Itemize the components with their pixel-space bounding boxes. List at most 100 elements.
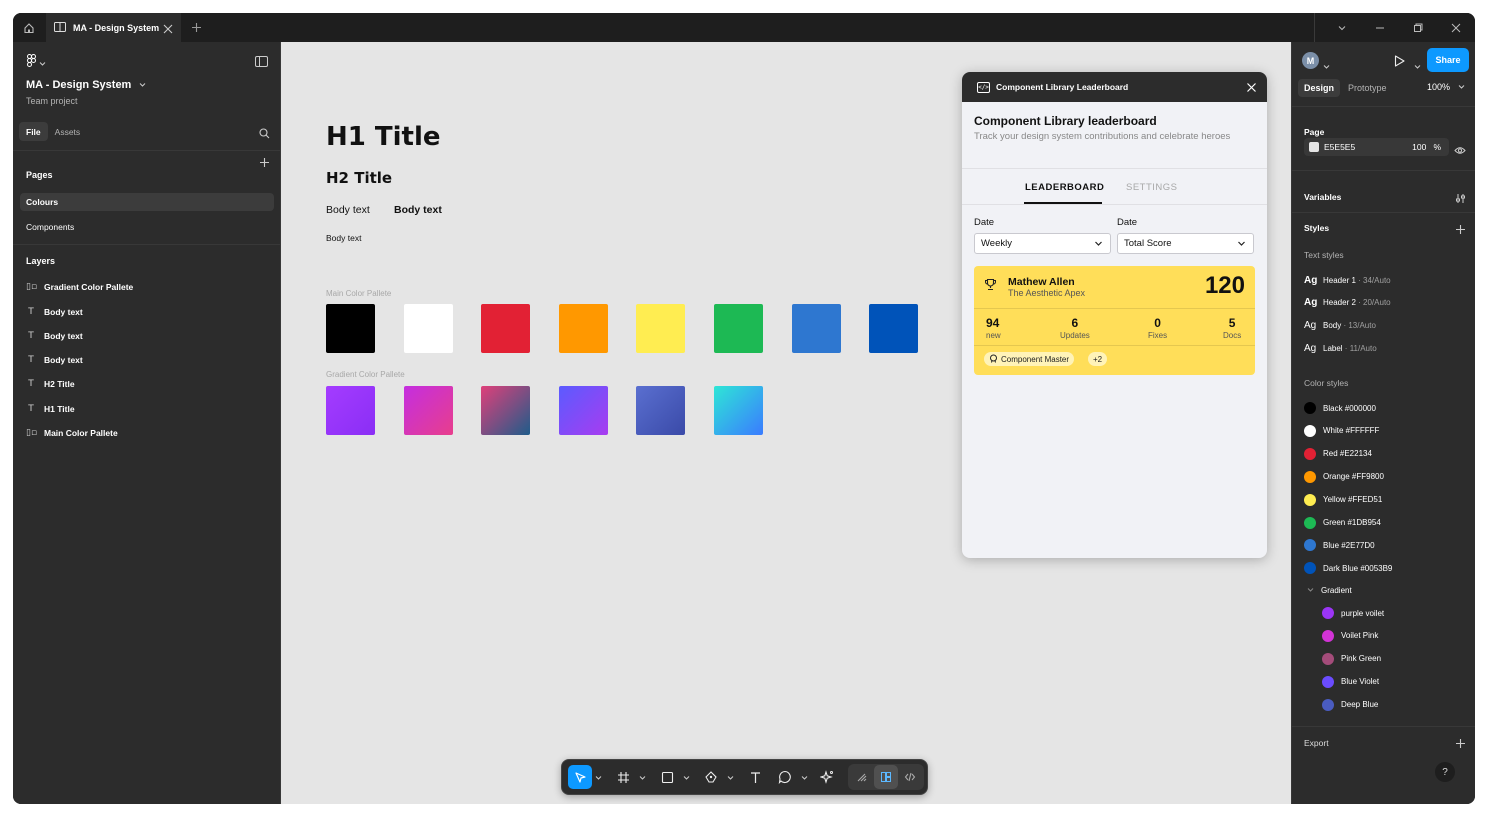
color-style-item[interactable]: Red #E22134 xyxy=(1304,447,1372,461)
gradient-swatch[interactable] xyxy=(558,386,608,435)
help-button[interactable]: ? xyxy=(1435,762,1455,782)
page-fill-input[interactable]: E5E5E5 100 % xyxy=(1304,138,1449,156)
new-tab-icon[interactable] xyxy=(191,20,202,38)
layer-item[interactable]: T Body text xyxy=(26,352,82,368)
color-style-item[interactable]: Dark Blue #0053B9 xyxy=(1304,561,1392,575)
sort-select[interactable]: Total Score xyxy=(1117,233,1254,254)
ai-actions-tool[interactable] xyxy=(814,765,840,789)
tab-file[interactable]: File xyxy=(19,122,48,141)
chevron-down-icon[interactable] xyxy=(1323,13,1361,42)
color-style-item[interactable]: Yellow #FFED51 xyxy=(1304,493,1382,507)
restore-icon[interactable] xyxy=(1399,13,1437,42)
color-swatch[interactable] xyxy=(558,304,608,353)
color-swatch[interactable] xyxy=(481,304,531,353)
color-swatch[interactable] xyxy=(403,304,453,353)
gradient-swatch[interactable] xyxy=(714,386,763,435)
body-text[interactable]: Body text xyxy=(326,204,370,216)
shape-tool[interactable] xyxy=(654,765,680,789)
add-export-icon[interactable] xyxy=(1455,736,1466,754)
color-style-item[interactable]: White #FFFFFF xyxy=(1304,424,1379,438)
color-style-item[interactable]: Orange #FF9800 xyxy=(1304,470,1384,484)
gradient-style-item[interactable]: Blue Violet xyxy=(1322,675,1379,689)
tab-settings[interactable]: SETTINGS xyxy=(1126,182,1178,193)
text-tool[interactable] xyxy=(742,765,768,789)
body-text-small[interactable]: Body text xyxy=(326,233,361,243)
avatar[interactable]: M xyxy=(1302,52,1319,69)
frame-tool[interactable] xyxy=(610,765,636,789)
gradient-style-item[interactable]: Deep Blue xyxy=(1322,698,1378,712)
chevron-down-icon[interactable] xyxy=(724,774,736,781)
home-icon[interactable] xyxy=(19,18,39,38)
page-item-components[interactable]: Components xyxy=(20,218,274,236)
tab-leaderboard[interactable]: LEADERBOARD xyxy=(1025,182,1104,193)
eye-icon[interactable] xyxy=(1454,142,1466,160)
layer-item[interactable]: ▯▫ Main Color Pallete xyxy=(26,425,118,441)
tab-prototype[interactable]: Prototype xyxy=(1342,79,1393,97)
text-style-item[interactable]: Ag Body · 13/Auto xyxy=(1304,319,1376,333)
gradient-swatch[interactable] xyxy=(481,386,531,435)
chevron-down-icon[interactable] xyxy=(1414,57,1421,75)
pen-tool[interactable] xyxy=(698,765,724,789)
more-badges[interactable]: +2 xyxy=(1088,352,1108,366)
color-style-item[interactable]: Blue #2E77D0 xyxy=(1304,538,1375,552)
dev-mode-icon[interactable] xyxy=(898,765,922,789)
tab-design[interactable]: Design xyxy=(1298,79,1341,97)
main-menu-button[interactable] xyxy=(27,54,46,72)
color-swatch[interactable] xyxy=(326,304,375,353)
gradient-swatch[interactable] xyxy=(326,386,375,435)
layer-item[interactable]: T H1 Title xyxy=(26,401,74,417)
color-swatch[interactable] xyxy=(714,304,763,353)
gradient-group[interactable]: Gradient xyxy=(1307,583,1352,597)
gradient-style-item[interactable]: Voilet Pink xyxy=(1322,629,1378,643)
layer-item[interactable]: T H2 Title xyxy=(26,376,74,392)
period-select[interactable]: Weekly xyxy=(974,233,1111,254)
chevron-down-icon[interactable] xyxy=(680,774,692,781)
draw-mode-icon[interactable] xyxy=(850,765,874,789)
color-dot xyxy=(1304,424,1316,437)
close-icon[interactable] xyxy=(1246,80,1257,98)
chevron-down-icon[interactable] xyxy=(592,774,604,781)
minimize-icon[interactable] xyxy=(1361,13,1399,42)
text-style-item[interactable]: Ag Label · 11/Auto xyxy=(1304,341,1377,355)
tab-assets[interactable]: Assets xyxy=(48,122,88,141)
share-button[interactable]: Share xyxy=(1427,48,1469,72)
color-swatch[interactable] xyxy=(791,304,841,353)
text-style-item[interactable]: Ag Header 1 · 34/Auto xyxy=(1304,273,1391,287)
canvas[interactable]: H1 Title H2 Title Body text Body text Bo… xyxy=(281,42,1291,804)
chevron-down-icon[interactable] xyxy=(1323,57,1330,75)
close-tab-icon[interactable] xyxy=(163,21,173,39)
text-style-item[interactable]: Ag Header 2 · 20/Auto xyxy=(1304,296,1391,310)
h2-title[interactable]: H2 Title xyxy=(326,169,392,187)
body-text-bold[interactable]: Body text xyxy=(394,204,442,216)
gradient-swatch[interactable] xyxy=(636,386,686,435)
add-style-icon[interactable] xyxy=(1455,222,1466,240)
gradient-style-item[interactable]: Pink Green xyxy=(1322,652,1381,666)
close-window-icon[interactable] xyxy=(1437,13,1475,42)
color-style-item[interactable]: Black #000000 xyxy=(1304,401,1376,415)
layer-item[interactable]: T Body text xyxy=(26,304,82,320)
play-icon[interactable] xyxy=(1394,54,1405,72)
color-style-item[interactable]: Green #1DB954 xyxy=(1304,516,1381,530)
color-swatch[interactable] xyxy=(636,304,686,353)
chevron-down-icon[interactable] xyxy=(636,774,648,781)
comment-tool[interactable] xyxy=(772,765,798,789)
file-tab[interactable]: MA - Design System xyxy=(46,13,181,42)
page-item-colours[interactable]: Colours xyxy=(20,193,274,211)
layer-item[interactable]: T Body text xyxy=(26,328,82,344)
add-page-icon[interactable] xyxy=(259,155,270,173)
layer-item[interactable]: ▯▫ Gradient Color Pallete xyxy=(26,279,133,295)
achievement-badge[interactable]: Component Master xyxy=(984,352,1075,366)
file-name[interactable]: MA - Design System xyxy=(26,79,146,91)
gradient-swatch[interactable] xyxy=(403,386,453,435)
sidebar-toggle-icon[interactable] xyxy=(255,54,268,72)
variables-settings-icon[interactable] xyxy=(1455,191,1466,209)
color-swatch[interactable] xyxy=(869,304,919,353)
zoom-dropdown[interactable]: 100% xyxy=(1427,82,1465,92)
h1-title[interactable]: H1 Title xyxy=(326,122,441,152)
gradient-style-item[interactable]: purple voilet xyxy=(1322,606,1384,620)
design-mode-icon[interactable] xyxy=(874,765,898,789)
move-tool[interactable] xyxy=(568,765,592,789)
leaderboard-card[interactable]: Mathew Allen The Aesthetic Apex 120 94 n… xyxy=(974,266,1255,375)
search-icon[interactable] xyxy=(259,126,270,144)
chevron-down-icon[interactable] xyxy=(798,774,810,781)
